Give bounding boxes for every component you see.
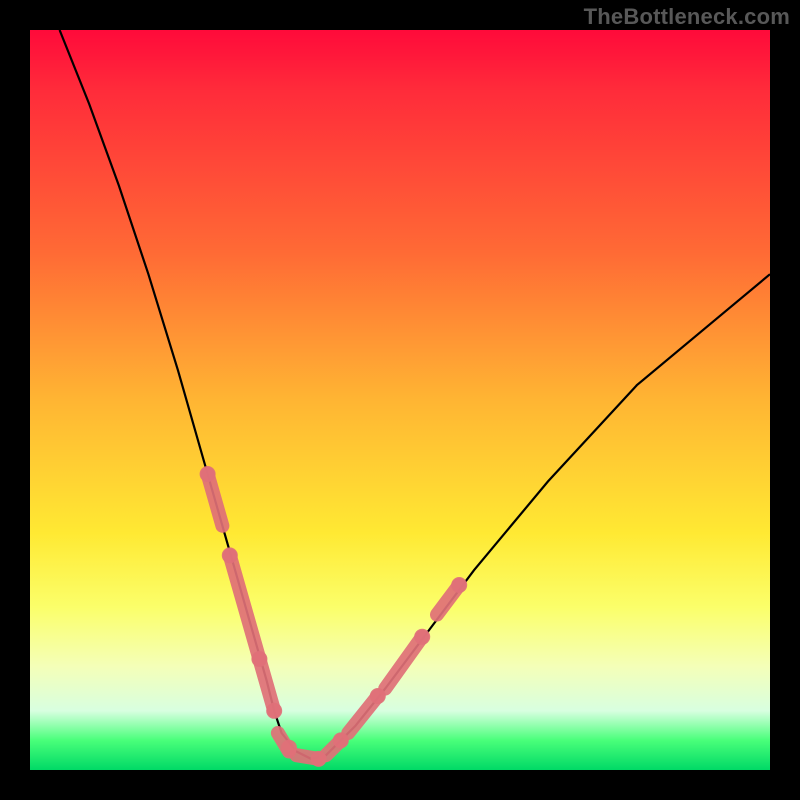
marker-dot: [370, 688, 386, 704]
marker-group: [200, 466, 468, 767]
marker-dot: [281, 740, 297, 756]
marker-segment: [208, 474, 223, 526]
marker-dot: [251, 651, 267, 667]
marker-segment: [385, 637, 422, 689]
marker-segment: [259, 659, 274, 711]
marker-segment: [230, 555, 260, 659]
watermark-text: TheBottleneck.com: [584, 4, 790, 30]
marker-dot: [451, 577, 467, 593]
marker-dot: [222, 547, 238, 563]
frame: TheBottleneck.com: [0, 0, 800, 800]
marker-dot: [333, 732, 349, 748]
marker-dot: [200, 466, 216, 482]
chart-svg: [30, 30, 770, 770]
marker-dot: [311, 751, 327, 767]
marker-dot: [414, 629, 430, 645]
plot-area: [30, 30, 770, 770]
marker-dot: [266, 703, 282, 719]
